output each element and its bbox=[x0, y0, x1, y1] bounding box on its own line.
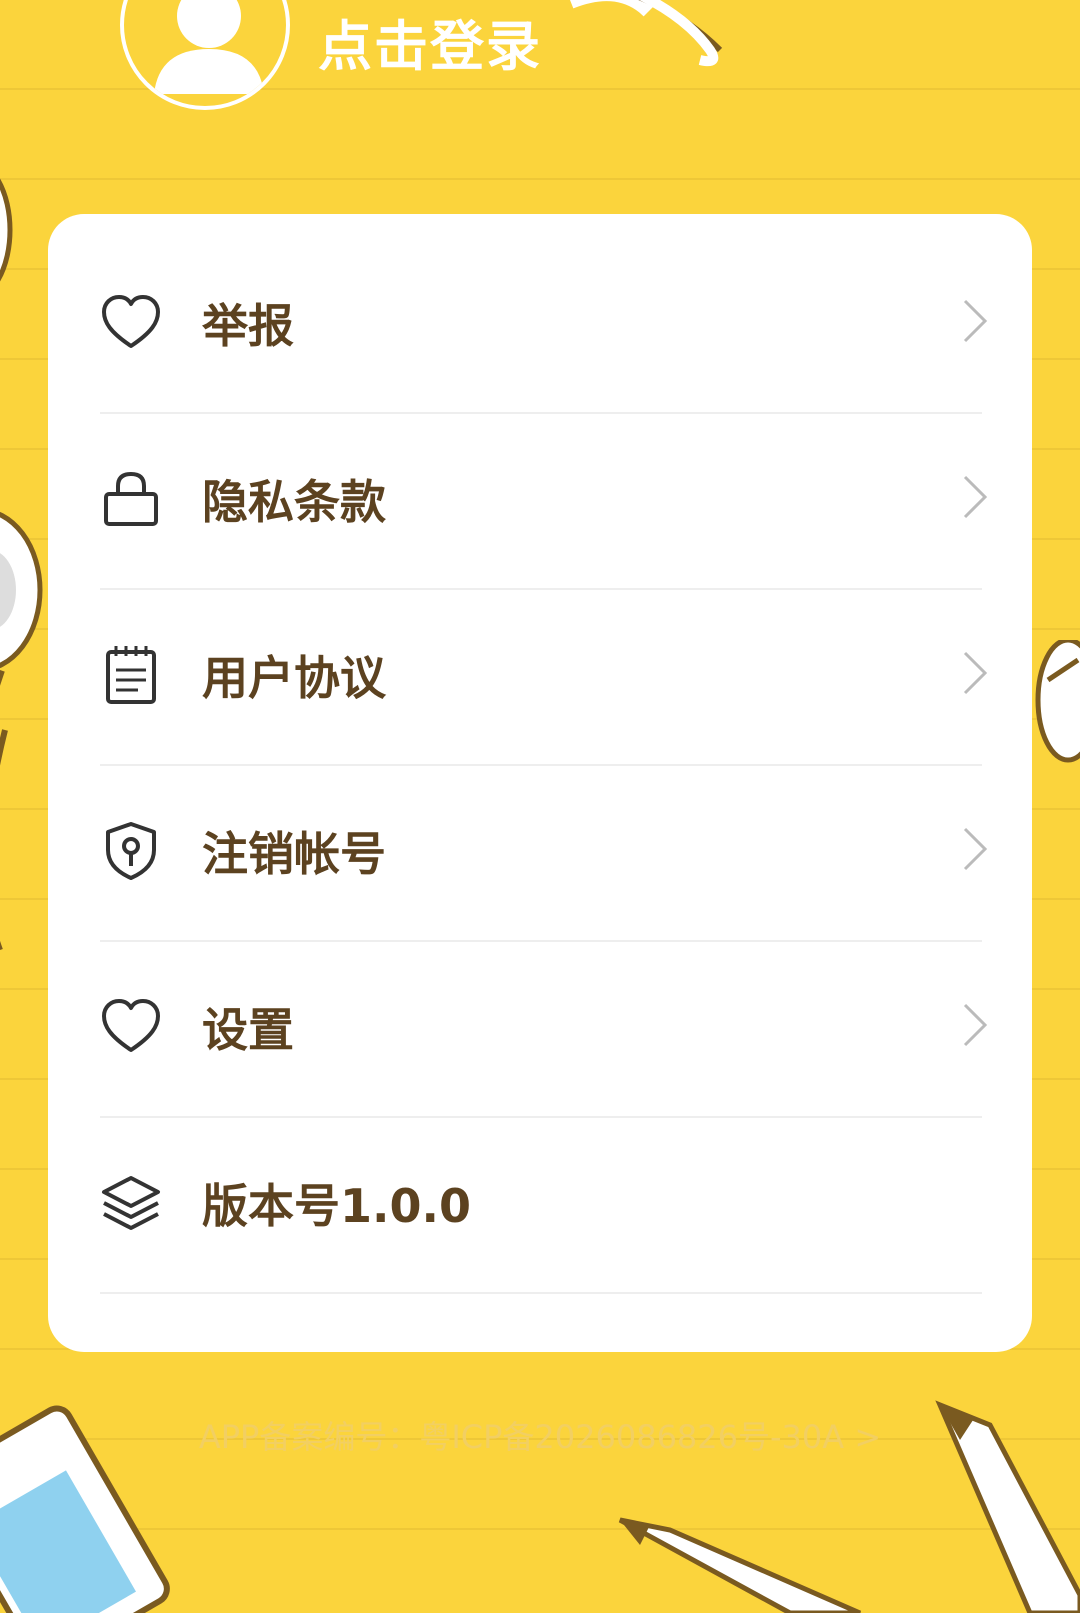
menu-item-report[interactable]: 举报 bbox=[100, 234, 988, 414]
menu-item-version: 版本号1.0.0 bbox=[100, 1114, 982, 1294]
avatar[interactable] bbox=[120, 0, 290, 110]
pencil-illustration-bottom bbox=[618, 1517, 862, 1613]
stationery-illustration-right bbox=[1035, 640, 1080, 763]
menu-item-label: 举报 bbox=[202, 299, 294, 353]
menu-item-privacy-policy[interactable]: 隐私条款 bbox=[100, 410, 988, 590]
menu-item-delete-account[interactable]: 注销帐号 bbox=[100, 762, 988, 942]
chevron-right-icon bbox=[963, 827, 988, 871]
chevron-right-icon bbox=[963, 1003, 988, 1047]
lock-icon bbox=[104, 471, 158, 526]
layers-icon bbox=[102, 1176, 160, 1230]
menu-item-user-agreement[interactable]: 用户协议 bbox=[100, 586, 988, 766]
heart-icon bbox=[102, 295, 160, 348]
notepad-icon bbox=[106, 646, 156, 704]
heart-icon bbox=[102, 999, 160, 1052]
user-avatar-icon bbox=[154, 0, 264, 94]
menu-item-label: 设置 bbox=[202, 1003, 294, 1057]
menu-item-label: 注销帐号 bbox=[202, 827, 386, 881]
stationery-illustration-left bbox=[0, 178, 43, 950]
menu-item-label: 用户协议 bbox=[202, 651, 386, 705]
menu-item-label: 隐私条款 bbox=[202, 475, 386, 529]
chevron-right-icon bbox=[963, 651, 988, 695]
menu-item-settings[interactable]: 设置 bbox=[100, 938, 988, 1118]
chevron-right-icon bbox=[963, 475, 988, 519]
profile-header: 点击登录 bbox=[0, 0, 1080, 200]
login-link[interactable]: 点击登录 bbox=[318, 2, 542, 81]
icp-filing-link[interactable]: APP备案编号：粤ICP备2026086826号-30A > bbox=[0, 1412, 1080, 1458]
version-label: 版本号1.0.0 bbox=[202, 1179, 471, 1233]
menu-card: 举报 隐私条款 用户协议 注销帐号 设置 版本号1.0.0 bbox=[48, 214, 1032, 1352]
chevron-right-icon bbox=[963, 299, 988, 343]
shield-key-icon bbox=[106, 822, 156, 880]
